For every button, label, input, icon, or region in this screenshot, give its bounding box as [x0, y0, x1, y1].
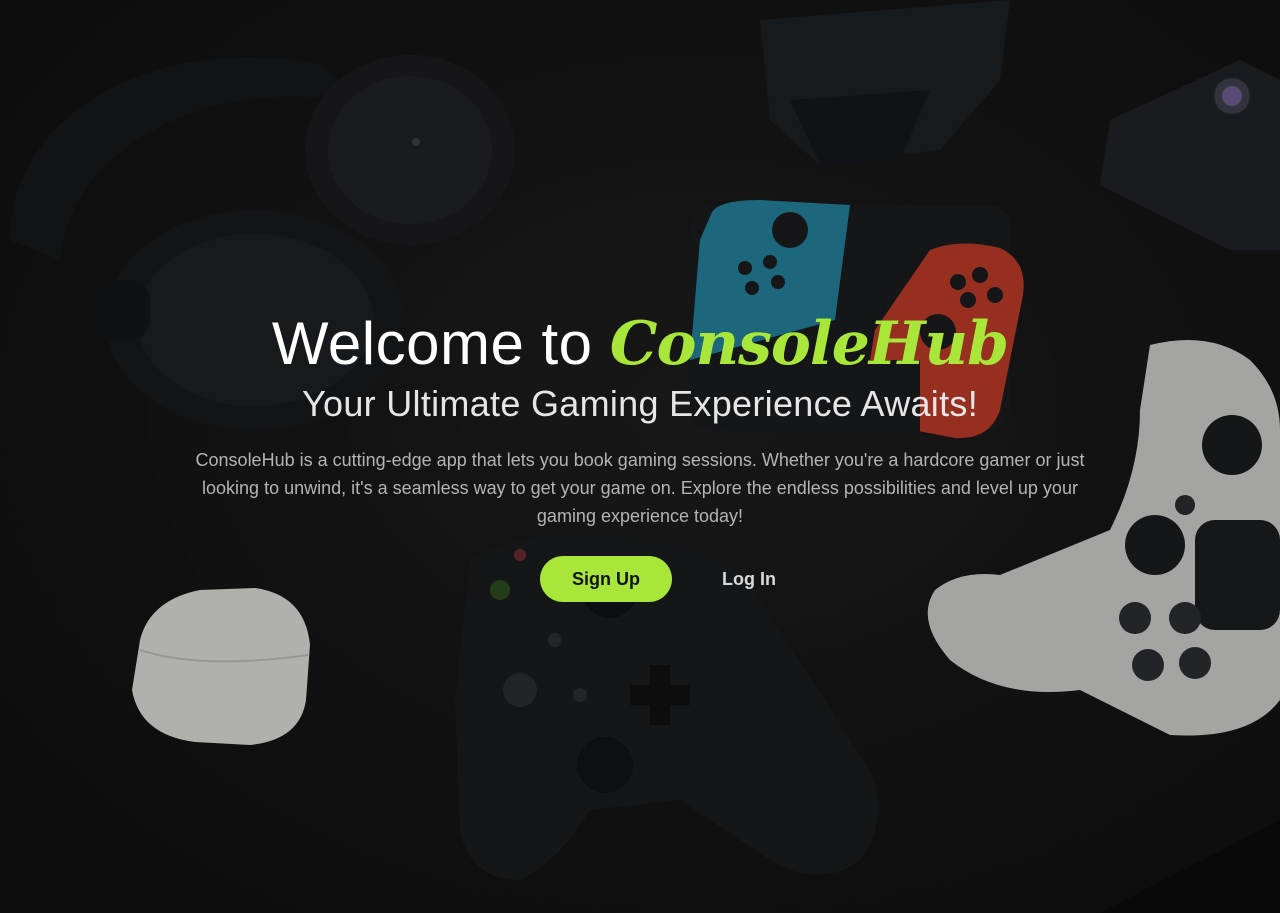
page-subtitle: Your Ultimate Gaming Experience Awaits!	[301, 383, 979, 424]
hero-description: ConsoleHub is a cutting-edge app that le…	[195, 450, 1085, 526]
landing-page: Welcome to ConsoleHub Your Ultimate Gami…	[0, 0, 1280, 913]
brand-name: ConsoleHub	[609, 309, 1009, 379]
log-in-link[interactable]: Log In	[722, 569, 776, 590]
title-prefix: Welcome to	[271, 310, 593, 377]
page-title: Welcome to ConsoleHub	[0, 306, 1280, 382]
sign-up-button[interactable]: Sign Up	[540, 556, 672, 602]
hero-actions: Sign Up Log In	[0, 556, 1280, 602]
hero-section: Welcome to ConsoleHub Your Ultimate Gami…	[0, 306, 1280, 602]
